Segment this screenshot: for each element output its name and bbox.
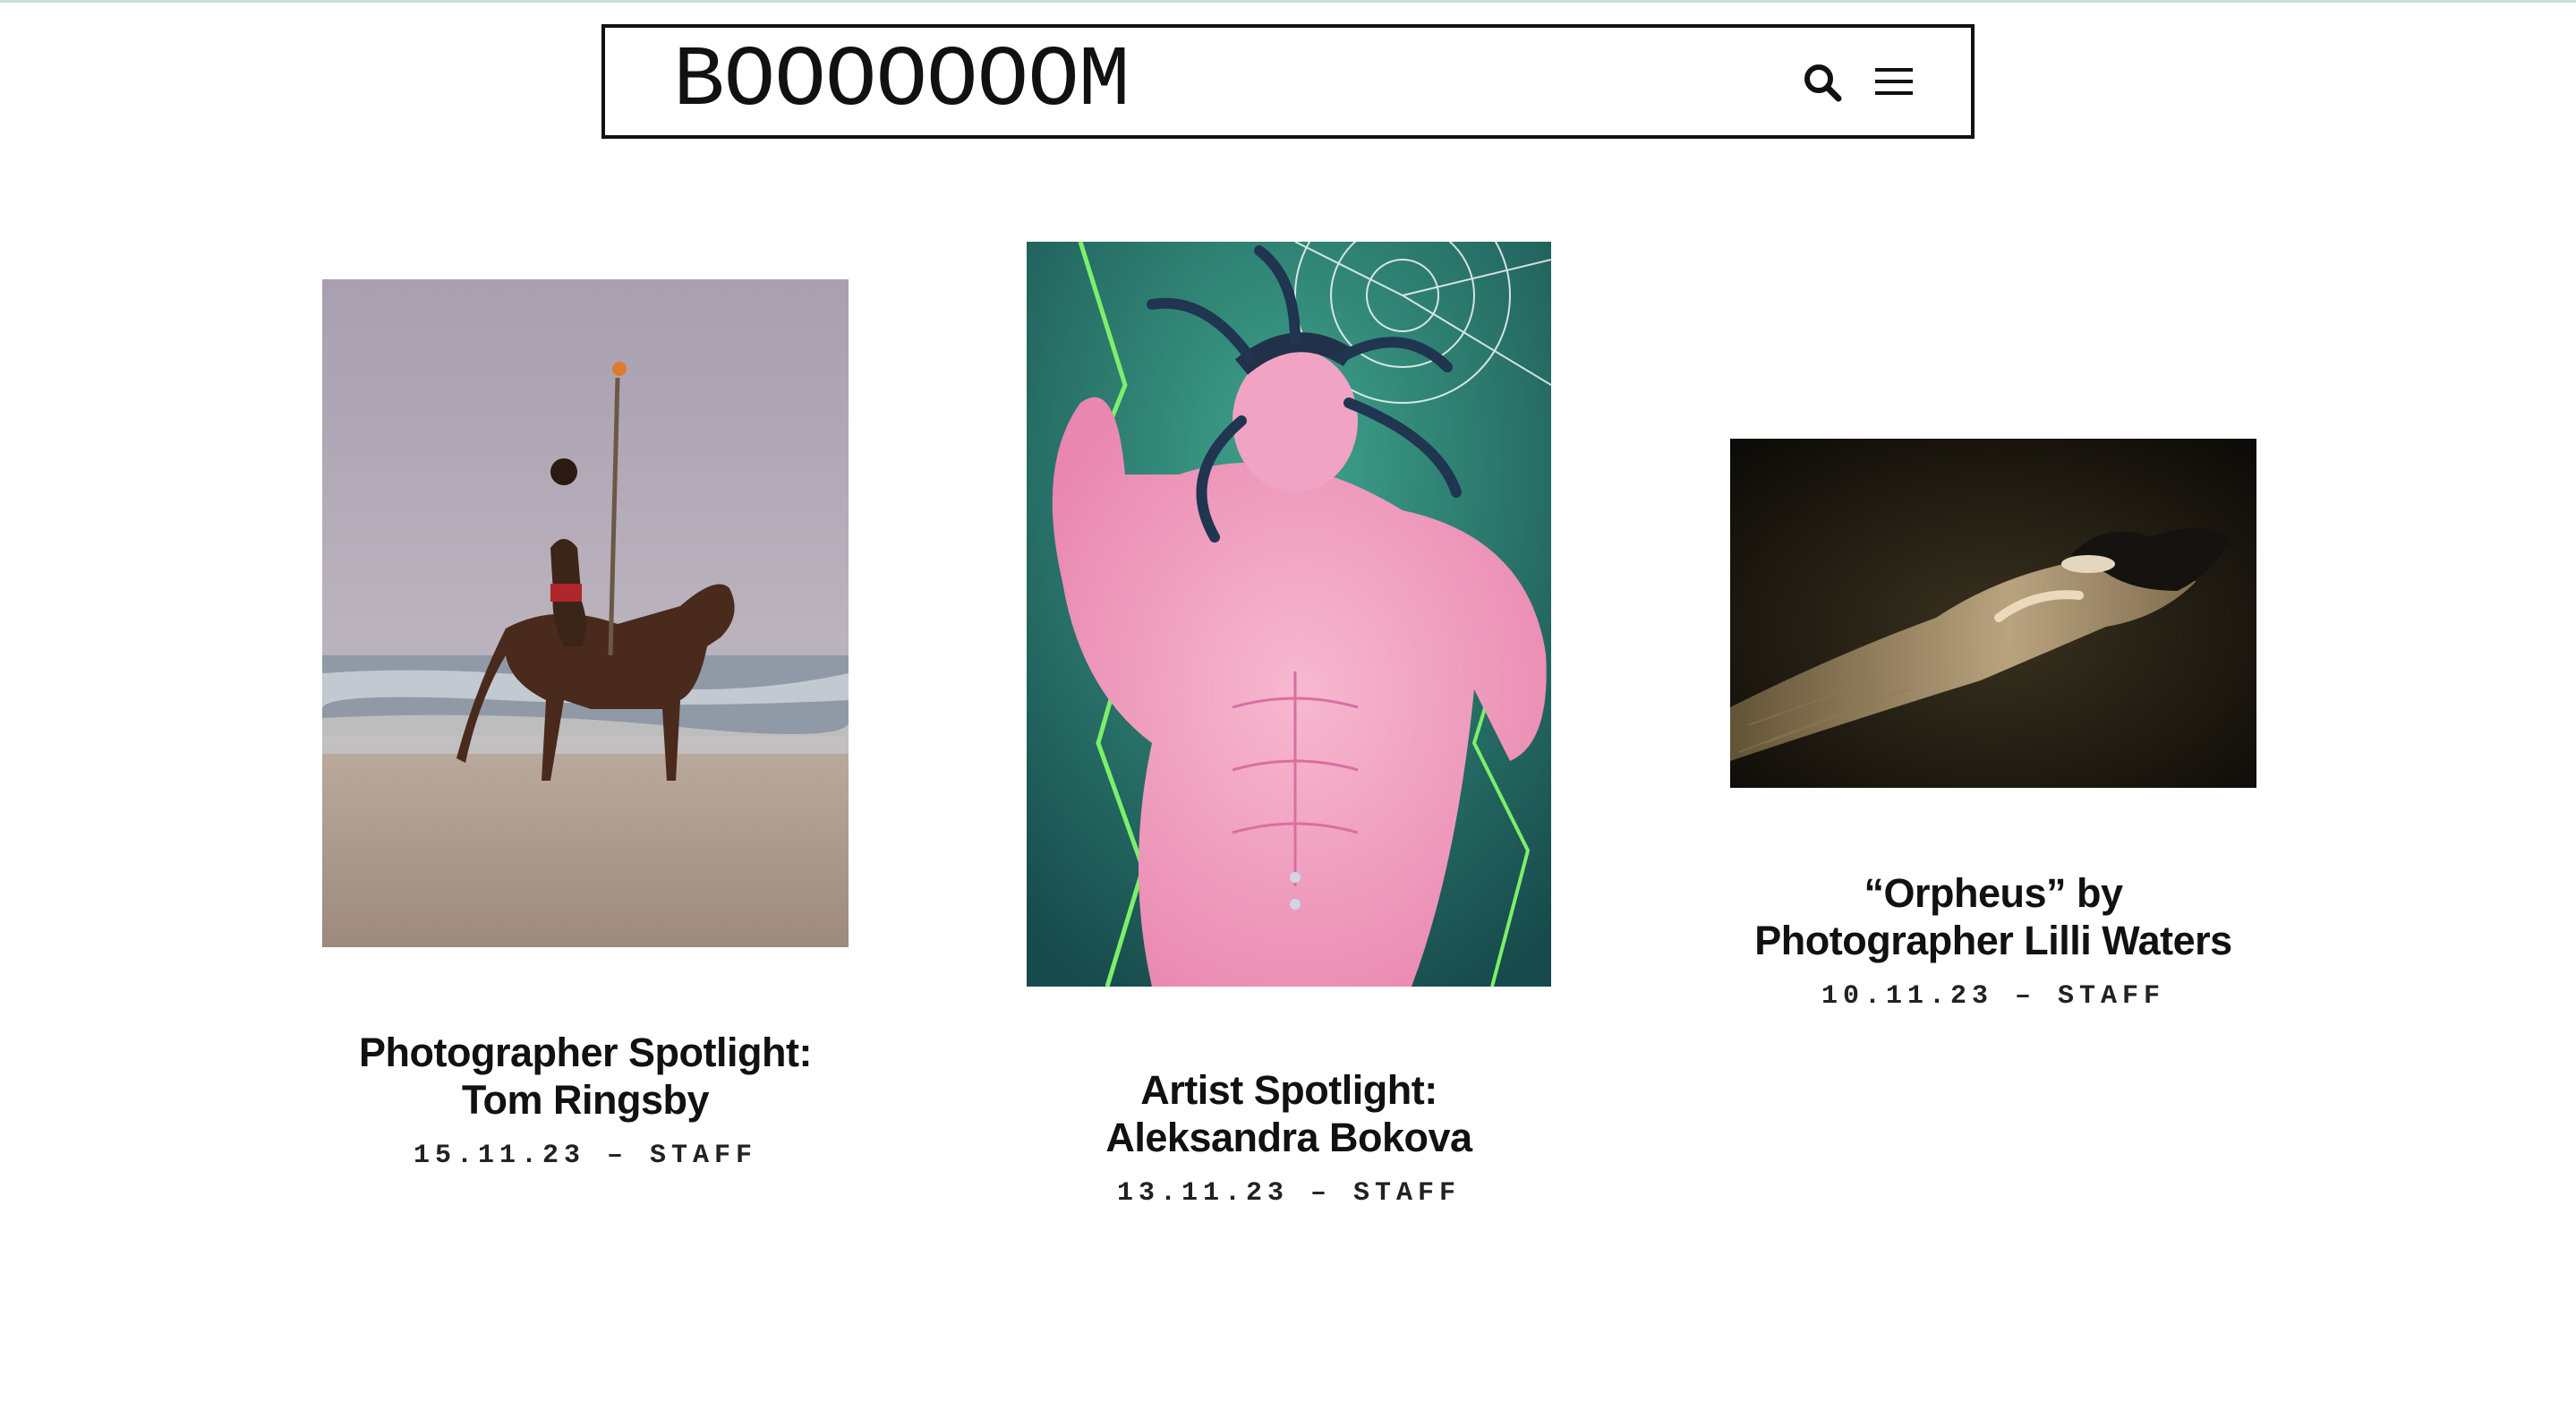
- post-meta-separator: –: [1310, 1178, 1333, 1209]
- site-header: BOOOOOOOM: [601, 24, 1975, 139]
- post-title-line1: Photographer Spotlight:: [359, 1030, 812, 1076]
- post-title-line2: Aleksandra Bokova: [1105, 1115, 1472, 1161]
- post-title-line1: “Orpheus” by: [1864, 870, 2123, 917]
- menu-button[interactable]: [1873, 62, 1915, 103]
- post-title[interactable]: “Orpheus” by Photographer Lilli Waters: [1730, 869, 2256, 964]
- post-card-orpheus: “Orpheus” by Photographer Lilli Waters 1…: [1730, 439, 2256, 1047]
- post-meta: 13.11.23 – STAFF: [1027, 1178, 1551, 1209]
- post-title-line1: Artist Spotlight:: [1140, 1067, 1437, 1114]
- post-meta-separator: –: [2015, 981, 2037, 1012]
- post-meta: 10.11.23 – STAFF: [1730, 981, 2256, 1012]
- post-author-link[interactable]: STAFF: [650, 1141, 757, 1171]
- post-thumbnail-pink-figure[interactable]: [1027, 242, 1551, 987]
- post-date: 13.11.23: [1116, 1178, 1289, 1209]
- post-card-aleksandra-bokova: Artist Spotlight: Aleksandra Bokova 13.1…: [1027, 242, 1551, 1227]
- top-rule: [0, 0, 2576, 3]
- post-date: 10.11.23: [1821, 981, 1993, 1012]
- post-author-link[interactable]: STAFF: [2058, 981, 2165, 1012]
- search-icon: [1804, 64, 1842, 102]
- post-thumbnail-orpheus[interactable]: [1730, 439, 2256, 788]
- post-title[interactable]: Artist Spotlight: Aleksandra Bokova: [1027, 1066, 1551, 1161]
- post-date: 15.11.23: [413, 1141, 585, 1171]
- site-logo[interactable]: BOOOOOOOM: [673, 38, 1130, 124]
- post-meta: 15.11.23 – STAFF: [322, 1141, 849, 1171]
- post-meta-separator: –: [607, 1141, 629, 1171]
- post-title-line2: Tom Ringsby: [461, 1077, 710, 1124]
- hamburger-menu-icon: [1875, 68, 1913, 95]
- post-author-link[interactable]: STAFF: [1353, 1178, 1461, 1209]
- post-title-line2: Photographer Lilli Waters: [1754, 918, 2232, 964]
- post-thumbnail-horse-rider[interactable]: [322, 279, 849, 947]
- search-button[interactable]: [1800, 60, 1845, 105]
- post-title[interactable]: Photographer Spotlight: Tom Ringsby: [322, 1029, 849, 1124]
- post-card-tom-ringsby: Photographer Spotlight: Tom Ringsby 15.1…: [322, 279, 849, 1193]
